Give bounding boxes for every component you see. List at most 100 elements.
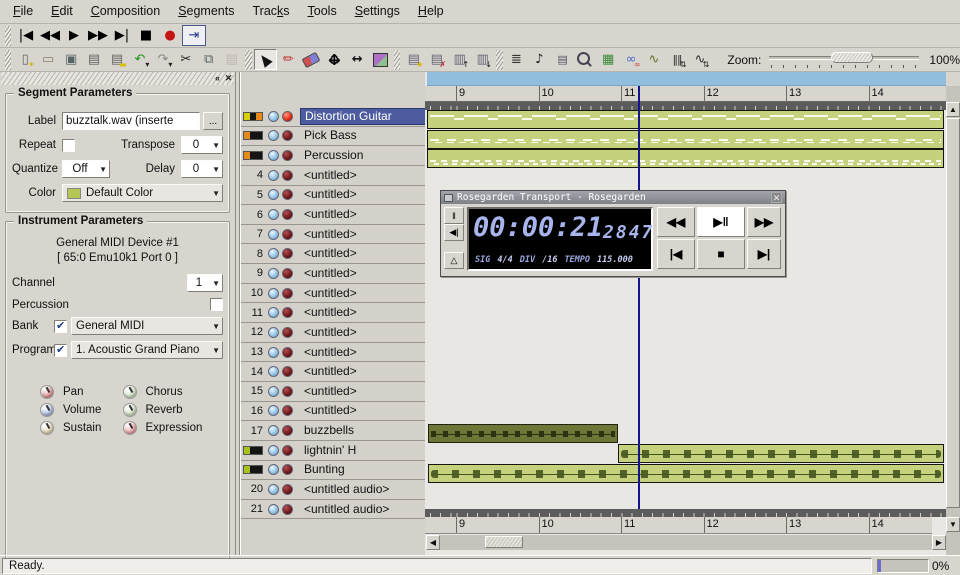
track-mute-led[interactable] (268, 189, 279, 200)
toolbar-handle[interactable] (5, 50, 11, 70)
track-name[interactable]: <untitled> (300, 167, 426, 184)
channel-select[interactable]: 1▼ (187, 274, 223, 292)
track-mute-led[interactable] (268, 386, 279, 397)
track-name[interactable]: <untitled audio> (300, 501, 426, 518)
track-name[interactable]: <untitled> (300, 265, 426, 282)
resize-tool-icon[interactable]: ↔ (346, 49, 369, 70)
track-name[interactable]: <untitled> (300, 324, 426, 341)
track-record-led[interactable] (282, 425, 293, 436)
color-select[interactable]: Default Color▼ (62, 184, 223, 202)
track-row-14[interactable]: 14<untitled> (241, 362, 426, 382)
track-row-15[interactable]: 15<untitled> (241, 382, 426, 402)
move-track-up-icon[interactable]: ▥↑ (448, 49, 471, 70)
track-name[interactable]: <untitled> (300, 304, 426, 321)
track-row-13[interactable]: 13<untitled> (241, 343, 426, 363)
menu-file[interactable]: File (4, 0, 42, 23)
track-name[interactable]: Bunting (300, 461, 426, 478)
skip-to-end-icon[interactable]: ▶| (110, 25, 134, 46)
open-file-icon[interactable]: ▭ (37, 49, 60, 70)
cut-icon[interactable]: ✂ (174, 49, 197, 70)
track-name[interactable]: Percussion (300, 147, 426, 164)
track-mute-led[interactable] (268, 288, 279, 299)
track-mute-led[interactable] (268, 405, 279, 416)
track-row-4[interactable]: 4<untitled> (241, 166, 426, 186)
track-record-led[interactable] (282, 504, 293, 515)
segment-canvas[interactable]: 9101112131415 9101112131415 ◀ ▶ (425, 72, 946, 555)
playhead-line[interactable] (638, 86, 640, 509)
track-mute-led[interactable] (268, 327, 279, 338)
track-name[interactable]: <untitled> (300, 363, 426, 380)
play-pause-button[interactable]: ▶‖ (697, 207, 745, 237)
track-mute-led[interactable] (268, 445, 279, 456)
audio-mixer-icon[interactable]: ∿⇅ (688, 49, 711, 70)
menu-tracks[interactable]: Tracks (243, 0, 298, 23)
reverb-knob[interactable] (123, 403, 137, 417)
tick-ruler-top[interactable] (425, 102, 946, 110)
track-record-led[interactable] (282, 445, 293, 456)
stop-button[interactable]: ■ (697, 239, 745, 269)
track-record-led[interactable] (282, 405, 293, 416)
segment-track19[interactable] (428, 464, 944, 483)
move-tool-icon[interactable] (323, 49, 346, 70)
track-row-21[interactable]: 21<untitled audio> (241, 500, 426, 520)
bar-ruler-top[interactable]: 9101112131415 (425, 86, 946, 102)
track-mute-led[interactable] (268, 170, 279, 181)
track-mute-led[interactable] (268, 229, 279, 240)
rewind-button[interactable]: ◀◀ (657, 207, 695, 237)
scroll-left-icon[interactable]: ◀ (426, 535, 440, 550)
menu-help[interactable]: Help (409, 0, 453, 23)
event-filter-icon[interactable]: ≣ (505, 49, 528, 70)
vscroll-thumb[interactable] (946, 118, 960, 508)
track-mute-led[interactable] (268, 484, 279, 495)
transpose-select[interactable]: 0▼ (181, 136, 223, 154)
track-row-6[interactable]: 6<untitled> (241, 205, 426, 225)
track-row-7[interactable]: 7<untitled> (241, 225, 426, 245)
fast-forward-button[interactable]: ▶▶ (747, 207, 781, 237)
label-more-button[interactable]: ... (203, 112, 223, 130)
track-row-1[interactable]: Distortion Guitar (241, 107, 426, 127)
track-row-9[interactable]: 9<untitled> (241, 264, 426, 284)
track-record-led[interactable] (282, 130, 293, 141)
bank-select[interactable]: General MIDI▼ (71, 317, 223, 335)
skip-to-start-icon[interactable]: |◀ (14, 25, 38, 46)
redo-icon[interactable]: ↷▾ (151, 49, 174, 70)
track-row-8[interactable]: 8<untitled> (241, 244, 426, 264)
copy-icon[interactable]: ⧉ (197, 49, 220, 70)
track-name[interactable]: Distortion Guitar (300, 108, 426, 125)
track-row-11[interactable]: 11<untitled> (241, 303, 426, 323)
erase-tool-icon[interactable] (300, 49, 323, 70)
segment-label-field[interactable]: buzztalk.wav (inserte (62, 112, 200, 130)
pause-button[interactable]: ‖ (444, 207, 464, 224)
track-name[interactable]: <untitled> (300, 226, 426, 243)
track-name[interactable]: <untitled> (300, 186, 426, 203)
segment-track3[interactable] (427, 149, 944, 168)
volume-knob[interactable] (40, 403, 54, 417)
undo-icon[interactable]: ↶▾ (128, 49, 151, 70)
delete-track-icon[interactable]: ▤✗ (425, 49, 448, 70)
bar-ruler-bottom[interactable]: 9101112131415 (425, 517, 932, 534)
track-record-led[interactable] (282, 307, 293, 318)
track-name[interactable]: <untitled> (300, 285, 426, 302)
track-mute-led[interactable] (268, 150, 279, 161)
dock-handle[interactable]: « ✕ (1, 72, 234, 85)
track-mute-led[interactable] (268, 307, 279, 318)
segment-rows[interactable] (425, 110, 946, 509)
track-record-led[interactable] (282, 484, 293, 495)
track-record-led[interactable] (282, 327, 293, 338)
print-preview-icon[interactable]: ▤▬ (106, 49, 129, 70)
track-row-2[interactable]: Pick Bass (241, 127, 426, 147)
track-row-18[interactable]: lightnin' H (241, 441, 426, 461)
track-mute-led[interactable] (268, 111, 279, 122)
track-mute-led[interactable] (268, 268, 279, 279)
matrix-editor-icon[interactable]: ▦ (597, 49, 620, 70)
eject-button[interactable]: △ (444, 252, 464, 269)
menu-composition[interactable]: Composition (82, 0, 169, 23)
track-record-led[interactable] (282, 347, 293, 358)
delay-select[interactable]: 0▼ (181, 160, 223, 178)
menu-settings[interactable]: Settings (346, 0, 409, 23)
track-name[interactable]: lightnin' H (300, 442, 426, 459)
transport-close-icon[interactable]: ✕ (771, 192, 782, 203)
to-start-button[interactable]: |◀ (657, 239, 695, 269)
track-record-led[interactable] (282, 268, 293, 279)
program-select[interactable]: 1. Acoustic Grand Piano▼ (71, 341, 223, 359)
